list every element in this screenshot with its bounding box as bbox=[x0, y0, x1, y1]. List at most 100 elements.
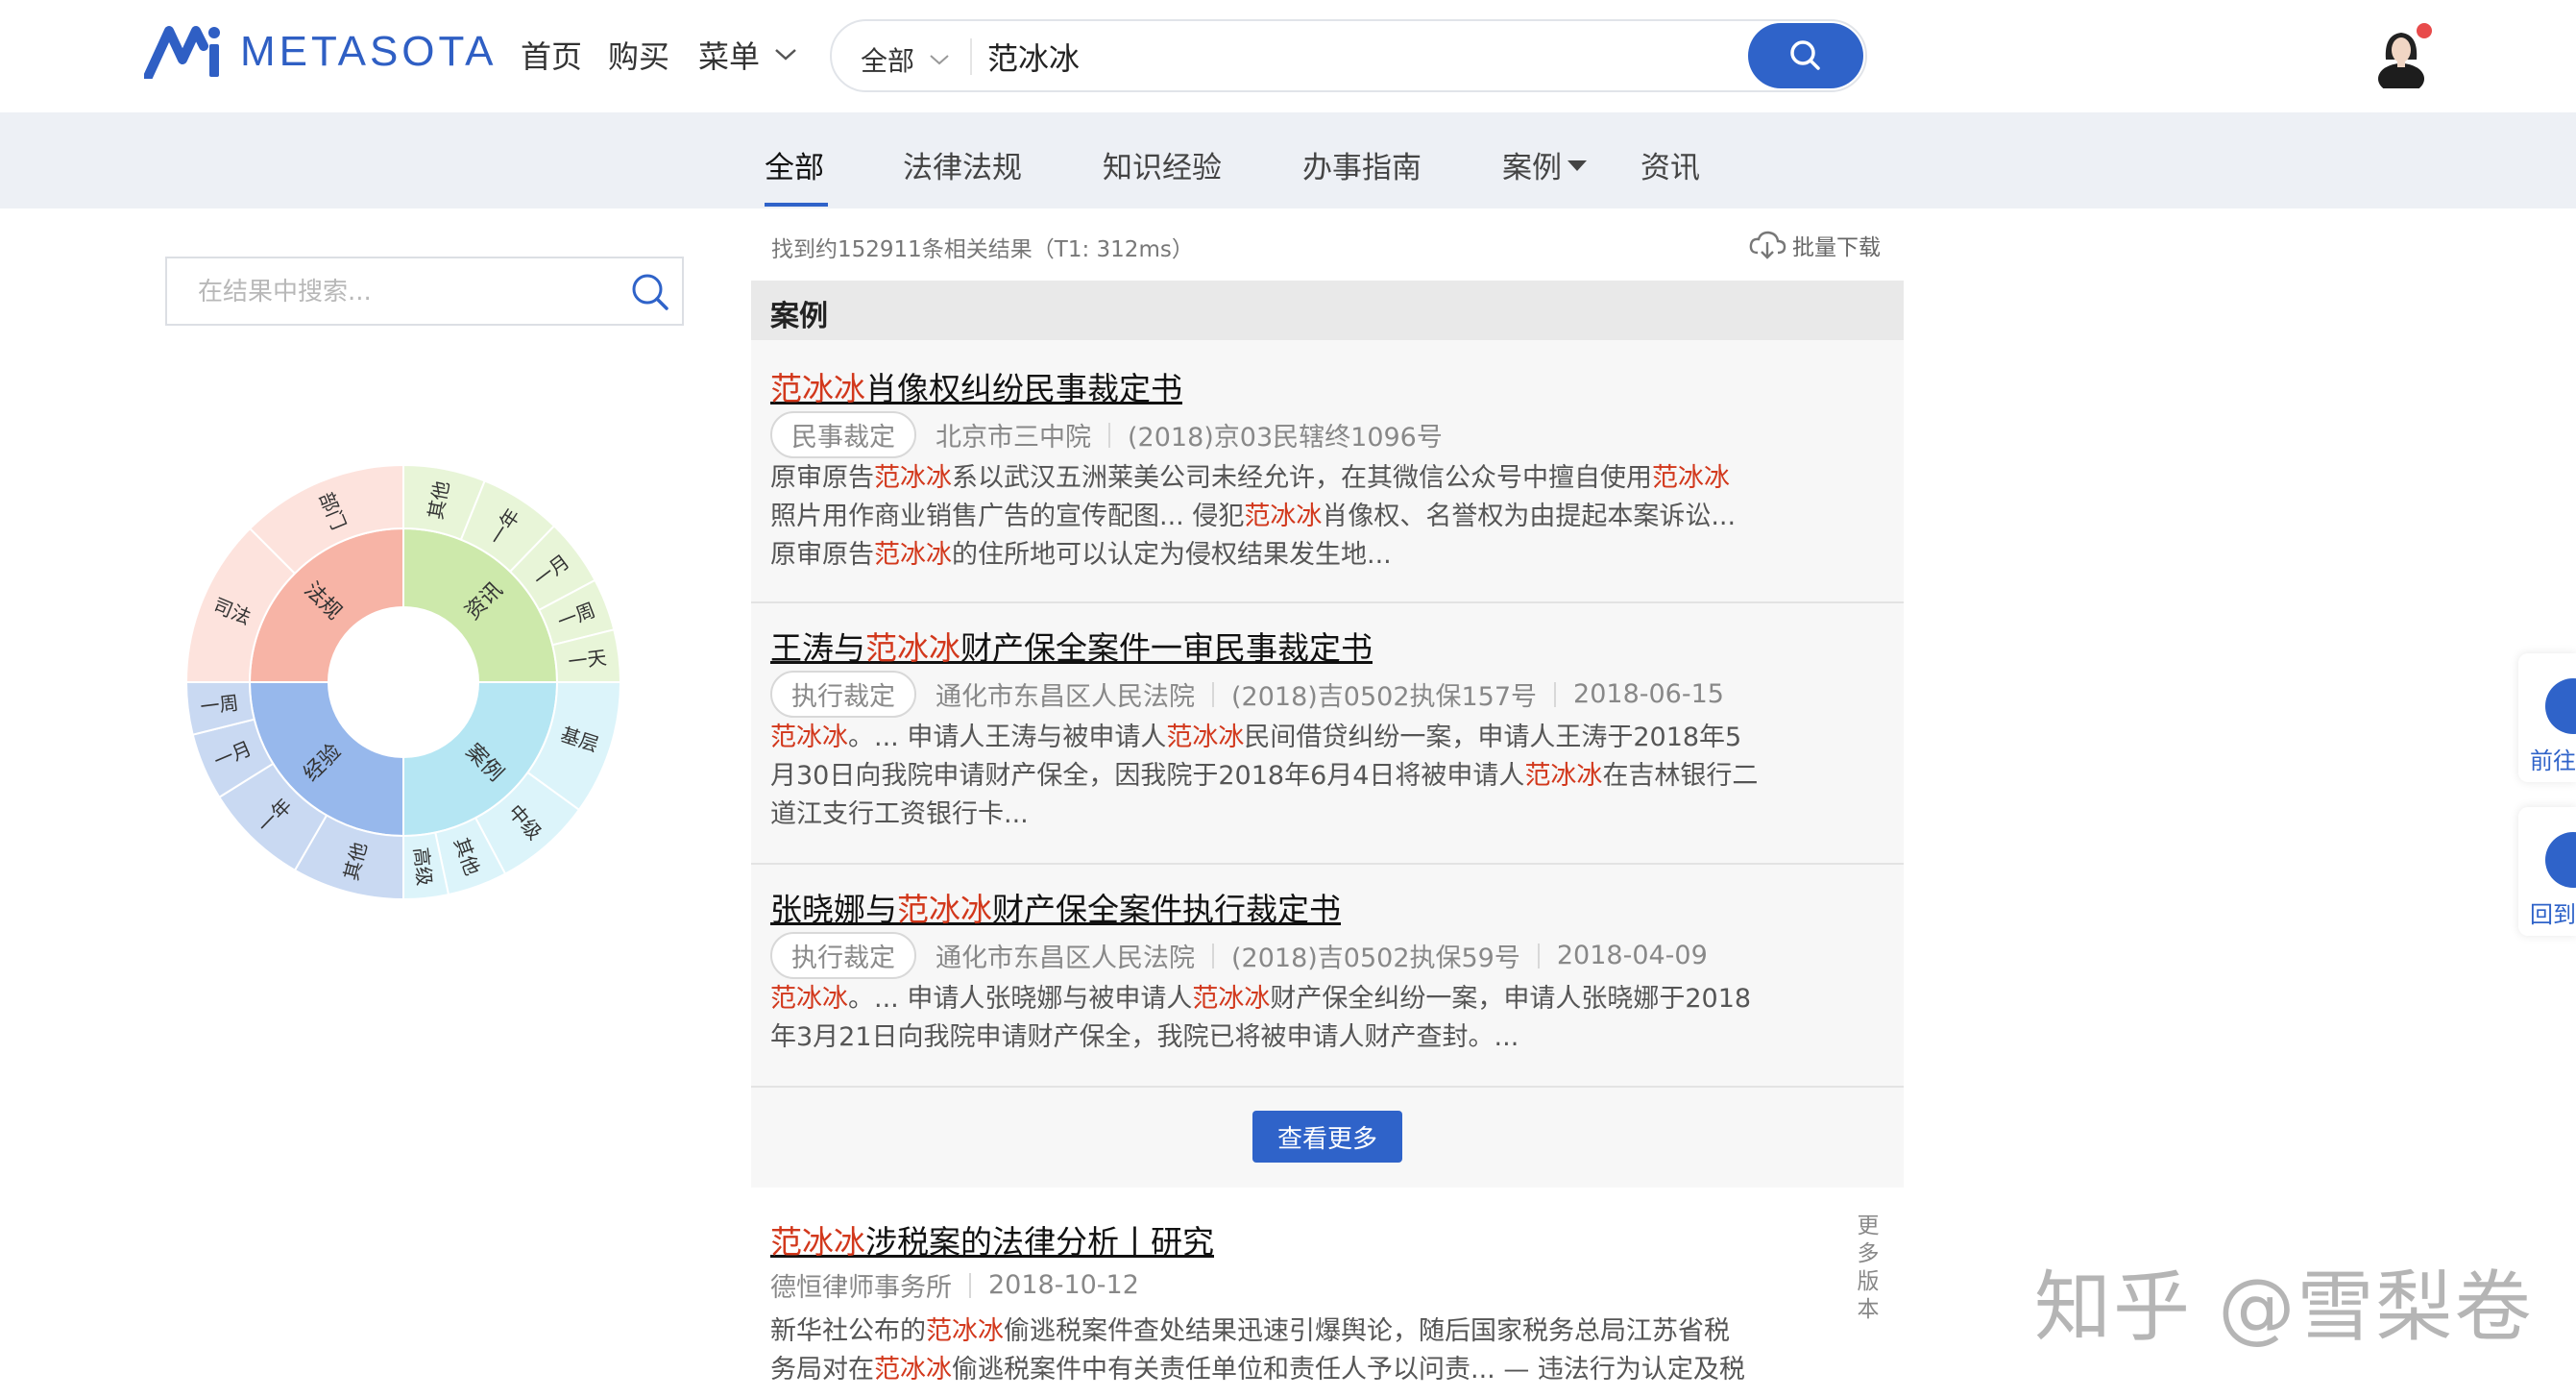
bulk-download-button[interactable]: 批量下载 bbox=[1748, 229, 1881, 261]
text-segment: 肖像权纠纷民事裁定书 bbox=[865, 370, 1182, 407]
search-scope-label: 全部 bbox=[861, 45, 915, 77]
case-section-header: 案例 bbox=[751, 281, 1904, 340]
search-scope-select[interactable]: 全部 bbox=[861, 40, 951, 79]
keyword-highlight: 范冰冰 bbox=[874, 463, 952, 493]
snippet-line: 月30日向我院申请财产保全，因我院于2018年6月4日将被申请人范冰冰在吉林银行… bbox=[770, 757, 1808, 796]
text-segment: 涉税案的法律分析丨研究 bbox=[865, 1223, 1214, 1261]
keyword-highlight: 范冰冰 bbox=[770, 370, 865, 407]
text-segment: 月30日向我院申请财产保全，因我院于2018年6月4日将被申请人 bbox=[770, 761, 1525, 791]
text-segment: 。... 申请人王涛与被申请人 bbox=[848, 723, 1167, 752]
float-back-button[interactable]: 回到 bbox=[2518, 807, 2576, 936]
case-number: (2018)吉0502执保157号 bbox=[1231, 682, 1538, 712]
keyword-highlight: 范冰冰 bbox=[770, 1223, 865, 1261]
article-title-link[interactable]: 范冰冰涉税案的法律分析丨研究 bbox=[770, 1216, 1214, 1262]
search-bar: 全部 bbox=[830, 19, 1867, 92]
tab-guides[interactable]: 办事指南 bbox=[1302, 143, 1422, 186]
text-segment: 财产保全纠纷一案，申请人张晓娜于2018 bbox=[1270, 984, 1752, 1014]
meta-divider bbox=[1212, 681, 1214, 707]
tab-laws[interactable]: 法律法规 bbox=[903, 143, 1022, 186]
case-type-tag[interactable]: 民事裁定 bbox=[770, 411, 916, 458]
search-divider bbox=[970, 38, 972, 75]
keyword-highlight: 范冰冰 bbox=[770, 984, 848, 1014]
case-meta: 执行裁定 通化市东昌区人民法院 (2018)吉0502执保59号 2018-04… bbox=[770, 932, 1708, 979]
meta-divider bbox=[969, 1272, 971, 1298]
document-icon bbox=[2545, 678, 2576, 734]
case-number: (2018)京03民辖终1096号 bbox=[1128, 423, 1443, 453]
logo[interactable]: METASOTA bbox=[144, 25, 498, 79]
snippet-line: 原审原告范冰冰的住所地可以认定为侵权结果发生地... bbox=[770, 536, 1808, 575]
case-type-tag[interactable]: 执行裁定 bbox=[770, 932, 916, 979]
keyword-highlight: 范冰冰 bbox=[1524, 761, 1603, 791]
case-result-item: 范冰冰肖像权纠纷民事裁定书 民事裁定 北京市三中院 (2018)京03民辖终10… bbox=[751, 340, 1904, 601]
result-count: 找到约152911条相关结果（T1: 312ms） bbox=[771, 237, 1194, 262]
sunburst-outer-segment-label: 一天 bbox=[567, 646, 608, 674]
tab-cases[interactable]: 案例 bbox=[1502, 143, 1589, 186]
case-type-tag[interactable]: 执行裁定 bbox=[770, 671, 916, 718]
text-segment: 。... 申请人张晓娜与被申请人 bbox=[848, 984, 1193, 1014]
meta-divider bbox=[1212, 943, 1214, 968]
avatar[interactable] bbox=[2372, 21, 2432, 94]
case-result-item: 王涛与范冰冰财产保全案件一审民事裁定书 执行裁定 通化市东昌区人民法院 (201… bbox=[751, 603, 1904, 863]
watermark: 知乎 @雪梨卷 bbox=[2034, 1262, 2534, 1352]
tab-cases-label: 案例 bbox=[1502, 151, 1562, 185]
text-segment: 偷逃税案件查处结果迅速引爆舆论，随后国家税务总局江苏省税 bbox=[1004, 1316, 1730, 1346]
tab-news[interactable]: 资讯 bbox=[1640, 143, 1700, 186]
case-court: 北京市三中院 bbox=[936, 423, 1091, 453]
search-button[interactable] bbox=[1748, 23, 1863, 88]
logo-text: METASOTA bbox=[240, 28, 498, 75]
caret-down-icon bbox=[1567, 159, 1587, 171]
nav-home[interactable]: 首页 bbox=[521, 33, 582, 77]
snippet-line: 道江支行工资银行卡... bbox=[770, 796, 1808, 834]
float-back-label: 回到 bbox=[2530, 901, 2576, 928]
chevron-down-icon bbox=[775, 49, 796, 61]
text-segment: 原审原告 bbox=[770, 540, 874, 570]
float-goto-button[interactable]: 前往 bbox=[2518, 653, 2576, 782]
more-versions-link[interactable]: 更多版本 bbox=[1854, 1213, 1883, 1324]
text-segment: 年3月21日向我院申请财产保全，我院已将被申请人财产查封。... bbox=[770, 1022, 1519, 1052]
view-more-button[interactable]: 查看更多 bbox=[1252, 1111, 1402, 1163]
search-icon[interactable] bbox=[628, 270, 672, 318]
text-segment: 财产保全案件一审民事裁定书 bbox=[960, 629, 1373, 667]
text-segment: 张晓娜与 bbox=[770, 891, 897, 928]
keyword-highlight: 范冰冰 bbox=[1652, 463, 1730, 493]
nav-menu[interactable]: 菜单 bbox=[698, 33, 798, 77]
article-snippet: 新华社公布的范冰冰偷逃税案件查处结果迅速引爆舆论，随后国家税务总局江苏省税 务局对… bbox=[770, 1312, 1808, 1389]
snippet-line: 新华社公布的范冰冰偷逃税案件查处结果迅速引爆舆论，随后国家税务总局江苏省税 bbox=[770, 1312, 1808, 1351]
case-snippet: 范冰冰。... 申请人张晓娜与被申请人范冰冰财产保全纠纷一案，申请人张晓娜于20… bbox=[770, 980, 1808, 1057]
keyword-highlight: 范冰冰 bbox=[1192, 984, 1271, 1014]
article-result-item: 范冰冰涉税案的法律分析丨研究 德恒律师事务所 2018-10-12 新华社公布的… bbox=[751, 1211, 1904, 1397]
meta-divider bbox=[1108, 422, 1110, 448]
snippet-line: 原审原告范冰冰系以武汉五洲莱美公司未经允许，在其微信公众号中擅自使用范冰冰 bbox=[770, 459, 1808, 498]
text-segment: 的住所地可以认定为侵权结果发生地... bbox=[952, 540, 1392, 570]
meta-divider bbox=[1537, 943, 1540, 968]
case-title-link[interactable]: 范冰冰肖像权纠纷民事裁定书 bbox=[770, 363, 1182, 409]
tab-all[interactable]: 全部 bbox=[765, 143, 824, 186]
notification-dot bbox=[2417, 23, 2432, 38]
category-tabs: 全部 法律法规 知识经验 办事指南 案例 资讯 bbox=[0, 112, 2576, 208]
keyword-highlight: 范冰冰 bbox=[897, 891, 992, 928]
case-date: 2018-06-15 bbox=[1573, 679, 1724, 709]
keyword-highlight: 范冰冰 bbox=[1166, 723, 1245, 752]
tab-knowledge[interactable]: 知识经验 bbox=[1103, 143, 1222, 186]
nav-buy[interactable]: 购买 bbox=[608, 33, 669, 77]
text-segment: 王涛与 bbox=[770, 629, 865, 667]
keyword-highlight: 范冰冰 bbox=[770, 723, 848, 752]
text-segment: 民间借贷纠纷一案，申请人王涛于2018年5 bbox=[1244, 723, 1742, 752]
keyword-highlight: 范冰冰 bbox=[865, 629, 960, 667]
category-sunburst-chart[interactable]: 法规 资讯案例经验部门司法其他一年一月一周一天基层中级其他高级其他一年一月一周 bbox=[173, 452, 634, 913]
filter-search-box bbox=[165, 257, 684, 326]
filter-search-input[interactable] bbox=[196, 272, 603, 312]
keyword-highlight: 范冰冰 bbox=[926, 1316, 1004, 1346]
text-segment: 新华社公布的 bbox=[770, 1316, 926, 1346]
case-title-link[interactable]: 王涛与范冰冰财产保全案件一审民事裁定书 bbox=[770, 623, 1373, 669]
top-header: METASOTA 首页 购买 菜单 全部 bbox=[0, 0, 2576, 112]
text-segment: 肖像权、名誉权为由提起本案诉讼... bbox=[1322, 502, 1737, 531]
case-court: 通化市东昌区人民法院 bbox=[936, 682, 1195, 712]
search-input[interactable] bbox=[985, 31, 1662, 83]
case-title-link[interactable]: 张晓娜与范冰冰财产保全案件执行裁定书 bbox=[770, 884, 1341, 930]
article-date: 2018-10-12 bbox=[988, 1270, 1139, 1300]
case-section-title: 案例 bbox=[770, 300, 828, 333]
keyword-highlight: 范冰冰 bbox=[1244, 502, 1323, 531]
case-snippet: 范冰冰。... 申请人王涛与被申请人范冰冰民间借贷纠纷一案，申请人王涛于2018… bbox=[770, 719, 1808, 834]
search-icon bbox=[1790, 40, 1820, 70]
